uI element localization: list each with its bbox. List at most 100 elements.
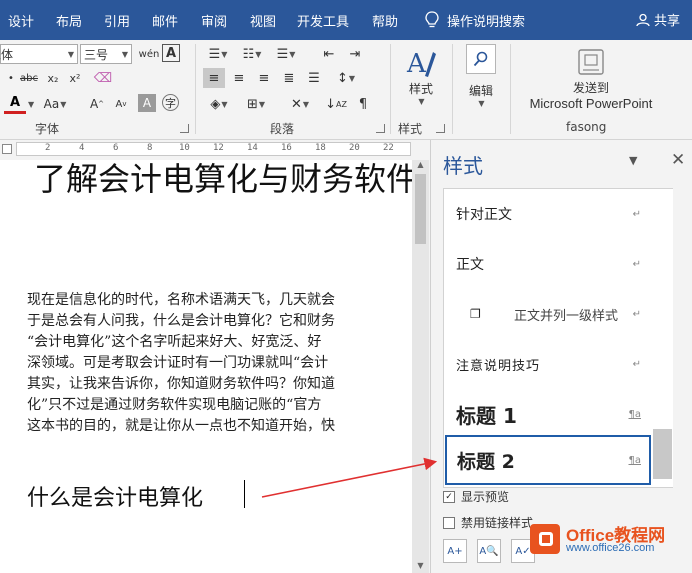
ruler-tick: 8 <box>147 143 153 153</box>
linked-style-icon: ¶a <box>628 454 642 466</box>
character-border-icon[interactable]: A <box>162 44 180 62</box>
line-spacing-icon[interactable]: ↕ ▼ <box>330 68 362 88</box>
show-marks-icon[interactable]: ¶ <box>352 94 374 114</box>
scrollbar-thumb[interactable] <box>415 174 426 244</box>
sort-icon[interactable]: ↓ AZ <box>320 94 352 114</box>
paragraph-group-label: 段落 <box>270 122 295 136</box>
paragraph-line: 于是总会有人问我，什么是会计电算化？它和财务 <box>27 313 335 329</box>
style-item-heading2[interactable]: 标题 2 ¶a <box>445 435 651 485</box>
ruler-tick: 2 <box>45 143 51 153</box>
tab-layout[interactable]: 布局 <box>56 11 82 30</box>
phonetic-guide-icon[interactable]: wén <box>138 44 160 64</box>
tab-review[interactable]: 审阅 <box>201 11 227 30</box>
shrink-font-icon[interactable]: Av <box>110 94 132 114</box>
watermark-url: www.office26.com <box>566 542 655 554</box>
paragraph-mark-icon: ↵ <box>632 208 641 220</box>
align-right-icon[interactable]: ≡ <box>253 68 275 88</box>
tab-design[interactable]: 设计 <box>8 11 34 30</box>
tell-me-label: 操作说明搜索 <box>447 14 526 30</box>
group-divider <box>510 44 511 134</box>
character-shading-icon[interactable]: A <box>138 94 156 112</box>
editing-button-label: 编辑 <box>468 84 493 98</box>
search-icon <box>466 44 496 74</box>
font-group-label: 字体 <box>35 122 60 136</box>
bullets-icon[interactable]: ☰ ▼ <box>202 44 234 64</box>
style-item-heading1[interactable]: 标题 1 ¶a <box>444 389 649 439</box>
fasong-group-label: fasong <box>566 120 607 134</box>
style-item[interactable]: 正文 ↵ <box>444 239 649 289</box>
paragraph-line: 其实，让我来告诉你，你知道财务软件吗？你知道 <box>27 376 335 392</box>
ruler-tick: 16 <box>281 143 292 153</box>
disable-linked-styles-option[interactable]: 禁用链接样式 <box>443 514 533 531</box>
group-divider <box>195 44 196 134</box>
style-list-scrollbar[interactable] <box>652 189 673 487</box>
new-style-icon: A+ <box>447 545 463 557</box>
font-dialog-launcher-icon[interactable] <box>180 124 189 133</box>
disable-linked-styles-label: 禁用链接样式 <box>461 516 534 530</box>
style-item[interactable]: 针对正文 ↵ <box>444 189 649 239</box>
distributed-icon[interactable]: ☰ <box>303 68 325 88</box>
font-name-value: 宋体 <box>0 47 14 62</box>
disable-linked-styles-checkbox[interactable] <box>443 516 455 529</box>
multilevel-list-icon[interactable]: ☰ ▼ <box>270 44 302 64</box>
style-item[interactable]: 注意说明技巧 ↵ <box>444 339 649 389</box>
tab-view[interactable]: 视图 <box>250 11 276 30</box>
font-color-icon[interactable]: A <box>4 94 26 114</box>
scroll-up-icon[interactable]: ▲ <box>412 160 429 172</box>
style-inspector-button[interactable]: A🔍 <box>477 539 501 563</box>
superscript-icon[interactable]: x² <box>64 68 86 88</box>
send-to-powerpoint-button[interactable]: 发送到 Microsoft PowerPoint <box>516 44 666 114</box>
change-case-icon[interactable]: Aa ▼ <box>40 94 70 114</box>
document-scrollbar[interactable]: ▲ ▼ <box>412 160 429 573</box>
paragraph-dialog-launcher-icon[interactable] <box>376 124 385 133</box>
ribbon-tab-bar: 设计 布局 引用 邮件 审阅 视图 开发工具 帮助 操作说明搜索 共享 <box>0 0 692 40</box>
ruler-tick: 22 <box>383 143 394 153</box>
send-to-label-line1: 发送到 <box>572 81 609 95</box>
ribbon: 宋体 ▼ 三号 ▼ wén A • abc x₂ x² ⌫ A ▼ Aa▼ A^… <box>0 40 692 140</box>
shading-icon[interactable]: ◈ ▼ <box>203 94 235 114</box>
send-to-powerpoint-icon <box>578 49 604 75</box>
font-name-combo[interactable]: 宋体 ▼ <box>0 44 78 64</box>
styles-button[interactable]: A 样式 ▼ <box>396 44 446 108</box>
new-style-button[interactable]: A+ <box>443 539 467 563</box>
font-size-combo[interactable]: 三号 ▼ <box>80 44 132 64</box>
close-icon[interactable]: ✕ <box>671 150 685 170</box>
grow-font-icon[interactable]: A ^ <box>86 94 108 114</box>
scroll-down-icon[interactable]: ▼ <box>412 561 429 573</box>
styles-icon: A <box>406 49 436 78</box>
horizontal-ruler[interactable]: 2 4 6 8 10 12 14 16 18 20 22 <box>16 142 411 156</box>
increase-indent-icon[interactable]: ⇥ <box>344 44 366 64</box>
paragraph-line: 这本书的目的，就是让你从一点也不知道开始，快 <box>27 418 335 434</box>
tab-mailings[interactable]: 邮件 <box>152 11 178 30</box>
share-button[interactable]: 共享 <box>636 10 680 29</box>
document-page[interactable]: 了解会计电算化与财务软件 现在是信息化的时代，名称术语满天飞，几天就会 于是总会… <box>0 160 412 573</box>
ruler-tick: 20 <box>349 143 360 153</box>
editing-button[interactable]: 编辑 ▼ <box>462 44 500 108</box>
linked-style-icon: ¶a <box>628 408 642 420</box>
align-center-icon[interactable]: ≡ <box>228 68 250 88</box>
style-item-label: 标题 2 <box>457 450 515 473</box>
strikethrough-icon[interactable]: abc <box>18 68 40 88</box>
show-preview-option[interactable]: ✓ 显示预览 <box>443 488 509 505</box>
tab-developer[interactable]: 开发工具 <box>297 11 349 30</box>
align-left-icon[interactable]: ≡ <box>203 68 225 88</box>
tell-me-search[interactable]: 操作说明搜索 <box>425 10 525 30</box>
justify-icon[interactable]: ≣ <box>278 68 300 88</box>
subscript-icon[interactable]: x₂ <box>42 68 64 88</box>
decrease-indent-icon[interactable]: ⇤ <box>318 44 340 64</box>
tab-references[interactable]: 引用 <box>104 11 130 30</box>
style-item[interactable]: ❐ 正文并列一级样式 ↵ <box>444 289 649 339</box>
clear-formatting-icon[interactable]: ⌫ <box>92 68 114 88</box>
styles-dialog-launcher-icon[interactable] <box>436 124 445 133</box>
chinese-layout-icon[interactable]: ✕ ▼ <box>284 94 316 114</box>
pane-options-icon[interactable]: ▼ <box>629 154 637 167</box>
enclose-characters-icon[interactable]: 字 <box>162 94 179 111</box>
styles-group-label: 样式 <box>398 122 423 136</box>
show-preview-label: 显示预览 <box>461 490 510 504</box>
tab-help[interactable]: 帮助 <box>372 11 398 30</box>
tab-selector-icon[interactable] <box>2 144 12 154</box>
borders-icon[interactable]: ⊞ ▼ <box>240 94 272 114</box>
scrollbar-thumb[interactable] <box>653 429 672 479</box>
show-preview-checkbox[interactable]: ✓ <box>443 490 455 503</box>
numbering-icon[interactable]: ☷ ▼ <box>236 44 268 64</box>
